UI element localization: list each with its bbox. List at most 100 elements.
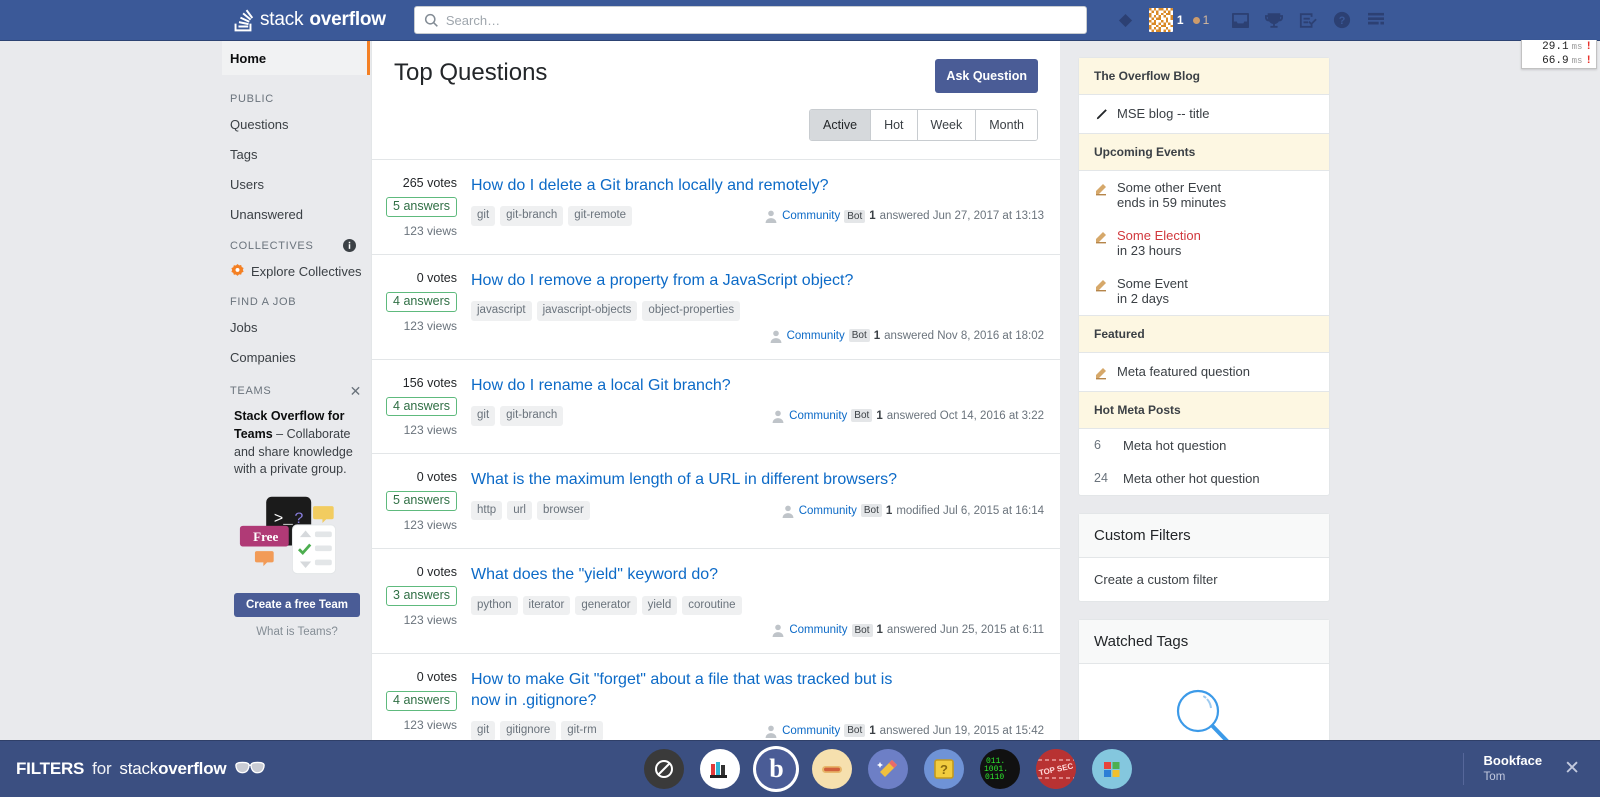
watched-tags-header: Watched Tags <box>1079 620 1329 664</box>
tag[interactable]: url <box>507 500 532 521</box>
tag[interactable]: object-properties <box>642 301 741 321</box>
teams-dismiss-button[interactable]: ✕ <box>350 384 362 398</box>
question-title-link[interactable]: How do I rename a local Git branch? <box>471 376 731 396</box>
sidebar-item-unanswered[interactable]: Unanswered <box>222 199 370 229</box>
create-custom-filter-link[interactable]: Create a custom filter <box>1079 558 1329 601</box>
diamond-icon[interactable] <box>1109 4 1143 36</box>
tab-active[interactable]: Active <box>810 110 872 140</box>
perf-unit: ms <box>1571 56 1583 66</box>
question-meta: http url browser Community Bot 1 modifie… <box>471 500 1044 521</box>
user-name-link[interactable]: Community <box>787 330 845 342</box>
answer-count: 3 answers <box>386 586 457 606</box>
tag[interactable]: javascript <box>471 301 532 321</box>
tag[interactable]: http <box>471 500 503 521</box>
dock-app-top-secret[interactable]: TOP SEC <box>1036 749 1077 789</box>
site-switcher-icon[interactable] <box>1359 4 1393 36</box>
sidebar-item-home[interactable]: Home <box>222 41 370 75</box>
search-input[interactable] <box>445 12 1077 28</box>
sidebar-item-questions[interactable]: Questions <box>222 109 370 139</box>
tag[interactable]: git-branch <box>500 206 564 226</box>
sidebar-item-explore-collectives[interactable]: Explore Collectives <box>222 256 370 286</box>
dock-close-button[interactable]: ✕ <box>1564 757 1580 780</box>
event-item[interactable]: Some other Event ends in 59 minutes <box>1079 171 1329 219</box>
question-title-link[interactable]: What does the "yield" keyword do? <box>471 565 718 585</box>
page-body: Home PUBLIC Questions Tags Users Unanswe… <box>0 41 1600 797</box>
sidebar-item-users[interactable]: Users <box>222 169 370 199</box>
dock-app-question-block[interactable]: ? <box>924 749 965 789</box>
user-card: Community Bot 1 answered Jun 25, 2015 at… <box>771 623 1044 638</box>
featured-item[interactable]: Meta featured question <box>1079 353 1329 391</box>
tag[interactable]: python <box>471 595 518 616</box>
dock-app-hotdog[interactable] <box>812 749 853 789</box>
user-name-link[interactable]: Community <box>799 505 857 517</box>
dock-app-books[interactable] <box>700 749 741 789</box>
answer-count: 5 answers <box>386 197 457 217</box>
dock-app-block[interactable] <box>644 749 685 789</box>
user-name-link[interactable]: Community <box>782 210 840 222</box>
question-title-link[interactable]: How do I remove a property from a JavaSc… <box>471 271 853 291</box>
trophy-icon[interactable] <box>1257 4 1291 36</box>
tag[interactable]: git <box>471 206 496 226</box>
question-activity: answered Jun 27, 2017 at 13:13 <box>879 210 1044 223</box>
user-name-link[interactable]: Community <box>789 410 847 422</box>
tag[interactable]: yield <box>641 595 678 616</box>
user-avatar-icon <box>770 330 782 343</box>
dock-app-bookface[interactable]: b <box>756 749 797 789</box>
sidebar-item-companies[interactable]: Companies <box>222 342 370 372</box>
tag[interactable]: git-rm <box>561 721 603 741</box>
help-icon[interactable]: ? <box>1325 4 1359 36</box>
review-icon[interactable] <box>1291 4 1325 36</box>
user-avatar-icon <box>772 410 784 423</box>
filters-brand[interactable]: FILTERS for stack overflow <box>16 759 266 779</box>
question-title-link[interactable]: What is the maximum length of a URL in d… <box>471 470 897 490</box>
page-title: Top Questions <box>394 59 548 86</box>
dock-app-windows[interactable] <box>1092 749 1133 789</box>
user-profile-link[interactable]: 1 1 <box>1148 8 1209 32</box>
info-icon[interactable] <box>343 239 356 252</box>
dock-user-info[interactable]: Bookface Tom <box>1462 753 1542 785</box>
tag[interactable]: browser <box>536 500 590 521</box>
event-item[interactable]: Some Event in 2 days <box>1079 267 1329 315</box>
tab-week[interactable]: Week <box>917 110 977 140</box>
right-sidebar: The Overflow Blog MSE blog -- title Upco… <box>1060 41 1330 797</box>
tag[interactable]: git <box>471 721 496 741</box>
hot-meta-section-header: Hot Meta Posts <box>1079 391 1329 429</box>
question-body: How to make Git "forget" about a file th… <box>467 670 1044 741</box>
perf-value: 66.9 <box>1542 55 1569 67</box>
what-is-teams-link[interactable]: What is Teams? <box>234 626 360 638</box>
tag[interactable]: iterator <box>522 595 571 616</box>
binary-icon: 011. 1001. 0110 <box>984 757 1008 782</box>
dock-app-binary[interactable]: 011. 1001. 0110 <box>980 749 1021 789</box>
tag[interactable]: git-remote <box>568 206 633 226</box>
blog-post-item[interactable]: MSE blog -- title <box>1079 95 1329 133</box>
create-free-team-button[interactable]: Create a free Team <box>234 593 360 617</box>
tag[interactable]: git <box>471 406 496 426</box>
question-activity: answered Nov 8, 2016 at 18:02 <box>884 329 1044 342</box>
sidebar-item-jobs[interactable]: Jobs <box>222 312 370 342</box>
tab-month[interactable]: Month <box>976 110 1037 140</box>
tag[interactable]: generator <box>575 595 637 616</box>
hot-meta-item[interactable]: 6 Meta hot question <box>1079 429 1329 462</box>
question-title-link[interactable]: How to make Git "forget" about a file th… <box>471 670 921 711</box>
table-row: 156 votes 4 answers 123 views How do I r… <box>372 360 1060 455</box>
stack-overflow-logo[interactable]: stack overflow <box>232 8 386 32</box>
perf-row: 66.9 ms ! <box>1522 54 1596 68</box>
search-bar[interactable] <box>413 6 1087 34</box>
question-stats: 156 votes 4 answers 123 views <box>372 376 467 437</box>
top-secret-icon: TOP SEC <box>1036 749 1077 789</box>
bottom-dock: FILTERS for stack overflow b ? 011. 1001… <box>0 740 1600 797</box>
dock-app-magic-wand[interactable] <box>868 749 909 789</box>
tag[interactable]: coroutine <box>682 595 742 616</box>
question-title-link[interactable]: How do I delete a Git branch locally and… <box>471 176 829 196</box>
tag[interactable]: javascript-objects <box>536 301 638 321</box>
ask-question-button[interactable]: Ask Question <box>935 59 1038 93</box>
inbox-icon[interactable] <box>1223 4 1257 36</box>
user-name-link[interactable]: Community <box>789 624 847 636</box>
event-item[interactable]: Some Election in 23 hours <box>1079 219 1329 267</box>
sidebar-item-tags[interactable]: Tags <box>222 139 370 169</box>
user-name-link[interactable]: Community <box>782 725 840 737</box>
tag[interactable]: gitignore <box>500 721 557 741</box>
tag[interactable]: git-branch <box>500 406 564 426</box>
tab-hot[interactable]: Hot <box>871 110 918 140</box>
hot-meta-item[interactable]: 24 Meta other hot question <box>1079 462 1329 495</box>
